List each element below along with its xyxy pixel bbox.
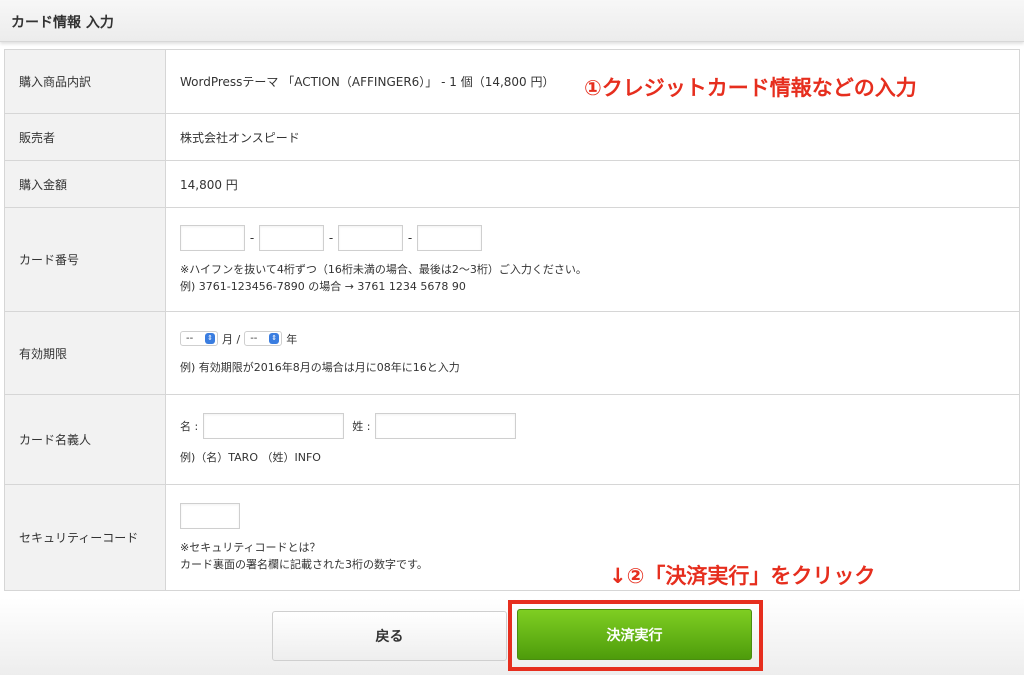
security-code-help: ※セキュリティコードとは？	[180, 540, 321, 554]
card-form-table: 購入商品内訳 WordPressテーマ 「ACTION（AFFINGER6）」 …	[4, 49, 1020, 591]
security-code-note: カード裏面の署名欄に記載された3桁の数字です。	[180, 557, 428, 571]
row-amount: 購入金額 14,800 円	[4, 160, 1020, 208]
card-number-example: 例) 3761-123456-7890 の場合 → 3761 1234 5678…	[180, 279, 466, 293]
first-name-input[interactable]	[203, 413, 345, 439]
seller-value: 株式会社オンスピード	[165, 113, 1020, 161]
product-label: 購入商品内訳	[4, 49, 166, 114]
card-number-separator: -	[328, 230, 334, 245]
expiry-year-select[interactable]: -- ⇕	[244, 331, 283, 346]
row-expiry: 有効期限 -- ⇕ 月 / -- ⇕ 年 例) 有効期限が2016年8月の場合は…	[4, 311, 1020, 395]
expiry-note: 例) 有効期限が2016年8月の場合は月に08年に16と入力	[180, 360, 460, 374]
card-number-field-2[interactable]	[259, 224, 324, 251]
first-name-label: 名 :	[180, 420, 199, 433]
expiry-month-unit: 月 /	[222, 332, 241, 346]
card-number-separator: -	[249, 230, 255, 245]
amount-label: 購入金額	[4, 160, 166, 208]
expiry-month-value: --	[186, 333, 194, 344]
amount-value: 14,800 円	[165, 160, 1020, 208]
last-name-label: 姓 :	[352, 420, 371, 433]
back-button[interactable]: 戻る	[272, 611, 507, 661]
page-title: カード情報 入力	[11, 15, 114, 31]
expiry-month-select[interactable]: -- ⇕	[180, 331, 218, 346]
expiry-label: 有効期限	[4, 311, 166, 395]
row-card-holder: カード名義人 名 : 姓 : 例)（名）TARO （姓）INFO	[4, 394, 1020, 485]
highlight-box	[508, 600, 763, 671]
row-seller: 販売者 株式会社オンスピード	[4, 113, 1020, 161]
card-holder-note: 例)（名）TARO （姓）INFO	[180, 451, 321, 464]
annotation-step1: ①クレジットカード情報などの入力	[584, 76, 917, 100]
card-number-field-4[interactable]	[417, 224, 482, 251]
select-arrows-icon: ⇕	[205, 333, 215, 344]
seller-label: 販売者	[4, 113, 166, 161]
security-code-input[interactable]	[180, 502, 240, 529]
card-holder-label: カード名義人	[4, 394, 166, 485]
page-header: カード情報 入力	[0, 0, 1024, 42]
card-number-separator: -	[407, 230, 413, 245]
last-name-input[interactable]	[375, 413, 517, 439]
card-holder-inputs: 名 : 姓 :	[180, 413, 1019, 439]
card-number-inputs: - - -	[180, 224, 1019, 251]
card-number-note: ※ハイフンを抜いて4桁ずつ（16桁未満の場合、最後は2〜3桁）ご入力ください。	[180, 262, 587, 276]
expiry-year-unit: 年	[286, 332, 298, 346]
expiry-selects: -- ⇕ 月 / -- ⇕ 年	[180, 331, 1019, 347]
select-arrows-icon: ⇕	[269, 333, 280, 344]
row-card-number: カード番号 - - - ※ハイフンを抜いて4桁ずつ（16桁未満の場合、最後は2〜…	[4, 207, 1020, 312]
card-number-label: カード番号	[4, 207, 166, 312]
security-code-label: セキュリティーコード	[4, 484, 166, 591]
expiry-year-value: --	[250, 333, 258, 344]
card-number-field-3[interactable]	[338, 224, 403, 251]
annotation-step2: ↓②「決済実行」をクリック	[609, 564, 876, 588]
card-number-field-1[interactable]	[180, 224, 245, 251]
